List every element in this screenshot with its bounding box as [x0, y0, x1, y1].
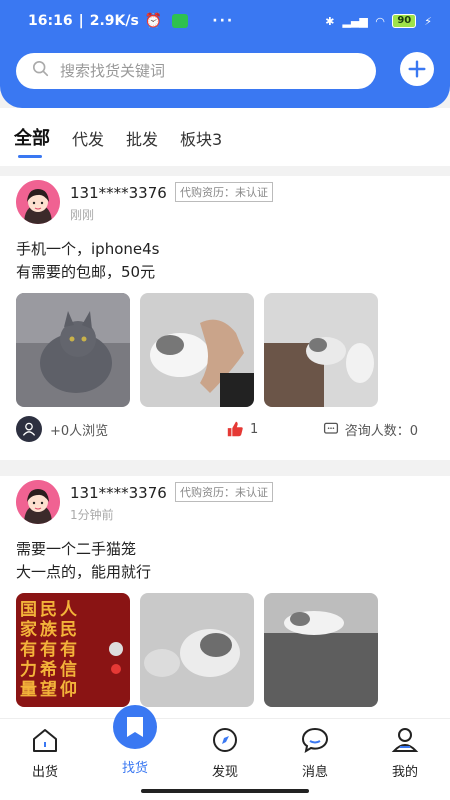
like-count: 1: [250, 421, 259, 437]
message-icon: [301, 727, 329, 754]
more-dots: ···: [212, 13, 235, 29]
category-tabs: 全部 代发 批发 板块3: [0, 108, 450, 166]
chat-icon: [323, 422, 338, 434]
poster-char: 家: [20, 619, 37, 640]
nav-label: 我的: [391, 765, 418, 780]
bottom-nav: 出货 找货 发现 消息 我的: [0, 705, 450, 800]
status-net-speed: 2.9K/s: [89, 13, 139, 29]
add-button[interactable]: [400, 52, 434, 86]
photo-gallery: [16, 293, 378, 407]
battery-icon: 90: [392, 14, 417, 28]
poster-char: 信: [60, 659, 77, 680]
poster-photo[interactable]: 国 民 人 家 族 民 有 有 有 力 希 信 量 望 仰: [16, 593, 130, 707]
poster-char: 量: [20, 679, 37, 700]
cat-photo[interactable]: [264, 293, 378, 407]
user-name[interactable]: 131****3376: [70, 484, 167, 502]
search-box[interactable]: [16, 53, 376, 89]
wechat-icon: [172, 14, 189, 28]
nav-label: 出货: [31, 765, 58, 780]
poster-char: 有: [40, 639, 57, 660]
nav-discover[interactable]: 发现: [180, 719, 270, 800]
alarm-icon: ⏰: [144, 13, 163, 29]
nav-label: 发现: [211, 765, 238, 780]
compass-icon: [213, 728, 237, 752]
signal-icon: ▂▄▆: [342, 14, 368, 28]
qualification-badge: 代购资历：未认证: [175, 482, 273, 502]
home-indicator[interactable]: [141, 789, 309, 793]
post-card[interactable]: 131****3376 代购资历：未认证 刚刚 手机一个，iphone4s 有需…: [0, 176, 450, 460]
top-header: 16:16 | 2.9K/s ⏰ ··· ✱ ▂▄▆ ◠ 90 ⚡: [0, 0, 450, 108]
nav-profile[interactable]: 我的: [360, 719, 450, 800]
tab-dropship[interactable]: 代发: [72, 126, 104, 150]
bluetooth-icon: ✱: [325, 14, 335, 28]
search-row: [16, 52, 434, 90]
post-content: 手机一个，iphone4s 有需要的包邮，50元: [16, 240, 160, 281]
home-icon: [33, 729, 57, 752]
nav-messages[interactable]: 消息: [270, 719, 360, 800]
nav-label: 找货: [121, 761, 148, 776]
poster-char: 有: [60, 639, 77, 660]
view-count: +0人浏览: [50, 423, 109, 439]
charging-icon: ⚡: [424, 14, 432, 28]
photo-gallery: 国 民 人 家 族 民 有 有 有 力 希 信 量 望 仰: [16, 593, 378, 707]
poster-char: 望: [40, 679, 57, 700]
find-icon: [113, 705, 157, 749]
search-icon: [32, 60, 50, 82]
search-input[interactable]: [60, 62, 340, 80]
plus-icon: [408, 60, 426, 78]
cat-photo[interactable]: [264, 593, 378, 707]
consult-info[interactable]: 咨询人数：0: [323, 420, 418, 439]
poster-char: 民: [60, 620, 77, 640]
post-time: 1分钟前: [70, 508, 114, 522]
user-name[interactable]: 131****3376: [70, 184, 167, 202]
cat-photo[interactable]: [140, 293, 254, 407]
status-time: 16:16: [28, 13, 73, 29]
nav-find[interactable]: 找货: [90, 705, 180, 800]
consult-count: 咨询人数：0: [344, 423, 418, 439]
thumbs-up-icon: [227, 421, 243, 437]
like-button[interactable]: 1: [226, 420, 258, 438]
poster-char: 人: [60, 600, 78, 620]
poster-char: 仰: [60, 679, 77, 700]
avatar[interactable]: [16, 480, 60, 524]
poster-char: 国: [20, 600, 37, 620]
status-bar: 16:16 | 2.9K/s ⏰ ··· ✱ ▂▄▆ ◠ 90 ⚡: [28, 13, 432, 29]
poster-char: 族: [40, 619, 58, 640]
cat-photo[interactable]: [16, 293, 130, 407]
post-content: 需要一个二手猫笼 大一点的，能用就行: [16, 540, 152, 581]
nav-ship[interactable]: 出货: [0, 719, 90, 800]
user-icon: [16, 416, 42, 442]
avatar[interactable]: [16, 180, 60, 224]
post-time: 刚刚: [70, 208, 95, 222]
tab-section3[interactable]: 板块3: [180, 126, 222, 150]
poster-char: 希: [40, 659, 57, 680]
poster-char: 有: [20, 639, 37, 660]
qualification-badge: 代购资历：未认证: [175, 182, 273, 202]
nav-label: 消息: [301, 765, 328, 780]
wifi-icon: ◠: [375, 14, 385, 28]
cat-photo[interactable]: [140, 593, 254, 707]
poster-char: 力: [20, 659, 37, 680]
profile-icon: [391, 728, 419, 752]
tab-wholesale[interactable]: 批发: [126, 126, 158, 150]
post-stats: +0人浏览 1 咨询人数：0: [16, 416, 434, 442]
tab-all[interactable]: 全部: [14, 124, 50, 158]
poster-char: 民: [40, 600, 57, 620]
post-card[interactable]: 131****3376 代购资历：未认证 1分钟前 需要一个二手猫笼 大一点的，…: [0, 476, 450, 720]
